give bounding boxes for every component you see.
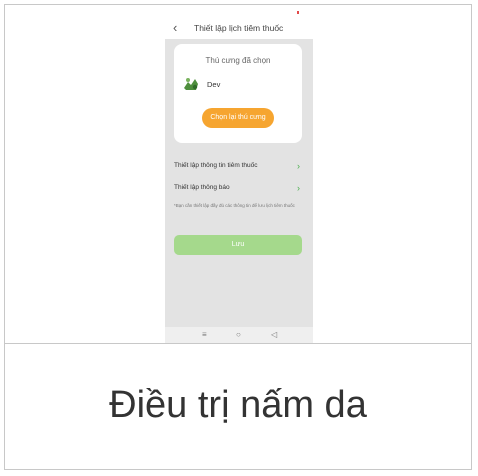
divider — [5, 343, 471, 344]
status-dot — [297, 11, 299, 14]
screen-title: Thiết lập lịch tiêm thuốc — [194, 23, 284, 33]
pet-name: Dev — [207, 80, 221, 89]
save-button[interactable]: Lưu — [174, 235, 302, 255]
menu-icon[interactable]: ≡ — [202, 329, 207, 341]
pet-card-title: Thú cưng đã chọn — [205, 56, 271, 65]
choose-pet-again-button[interactable]: Chọn lại thú cưng — [202, 108, 274, 128]
phone-screen: Thú cưng đã chọn Dev Chọn lại thú cưng T… — [165, 39, 313, 343]
requirement-note: *Bạn cần thiết lập đầy đủ các thông tin … — [174, 203, 295, 208]
chevron-left-icon[interactable]: ‹ — [173, 21, 177, 35]
pet-avatar-icon — [184, 78, 198, 90]
setting-row-injection-info[interactable]: Thiết lập thông tin tiêm thuốc › — [174, 159, 302, 173]
app-card: ‹ Thiết lập lịch tiêm thuốc Thú cưng đã … — [4, 4, 472, 470]
top-bar: ‹ Thiết lập lịch tiêm thuốc — [5, 5, 471, 39]
chevron-right-icon: › — [297, 183, 300, 193]
back-nav-icon[interactable]: ◁ — [271, 329, 277, 341]
chevron-right-icon: › — [297, 161, 300, 171]
setting-row-notification[interactable]: Thiết lập thông báo › — [174, 181, 302, 195]
selected-pet-card: Thú cưng đã chọn Dev Chọn lại thú cưng — [174, 44, 302, 143]
caption-text: Điều trị nấm da — [109, 384, 367, 426]
setting-row-label: Thiết lập thông tin tiêm thuốc — [174, 162, 258, 169]
system-nav-bar: ≡ ○ ◁ — [165, 327, 313, 343]
setting-row-label: Thiết lập thông báo — [174, 184, 230, 191]
app-screenshot: ‹ Thiết lập lịch tiêm thuốc Thú cưng đã … — [5, 5, 471, 343]
home-icon[interactable]: ○ — [236, 329, 241, 341]
